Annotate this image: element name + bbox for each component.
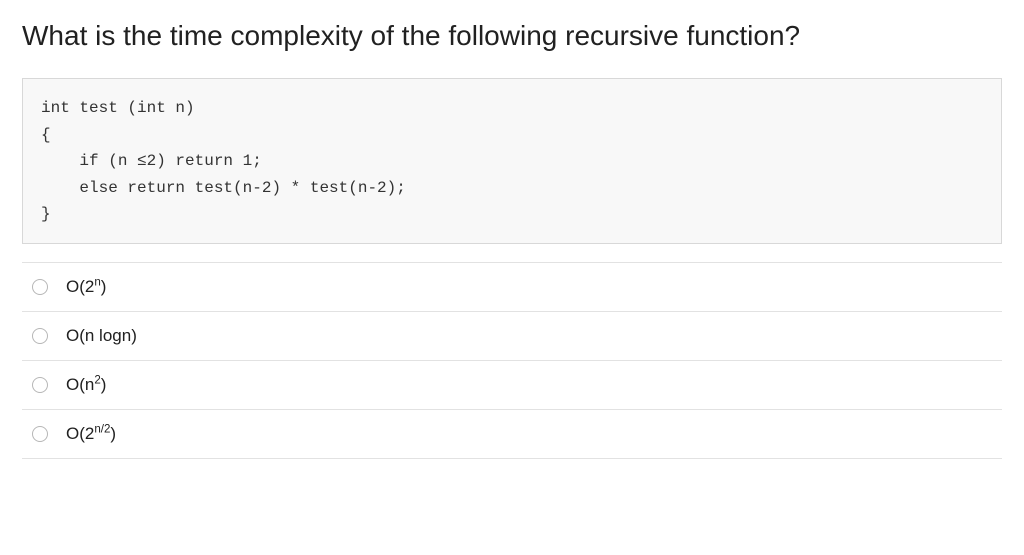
radio-icon xyxy=(32,328,48,344)
question-heading: What is the time complexity of the follo… xyxy=(22,18,1002,54)
option-label: O(n logn) xyxy=(66,326,137,346)
option-label: O(2n/2) xyxy=(66,424,116,444)
option-3[interactable]: O(n2) xyxy=(22,361,1002,410)
option-1[interactable]: O(2n) xyxy=(22,263,1002,312)
option-4[interactable]: O(2n/2) xyxy=(22,410,1002,459)
code-block: int test (int n) { if (n ≤2) return 1; e… xyxy=(22,78,1002,244)
radio-icon xyxy=(32,279,48,295)
radio-icon xyxy=(32,426,48,442)
options-group: O(2n) O(n logn) O(n2) O(2n/2) xyxy=(22,262,1002,459)
radio-icon xyxy=(32,377,48,393)
option-label: O(n2) xyxy=(66,375,106,395)
option-label: O(2n) xyxy=(66,277,106,297)
option-2[interactable]: O(n logn) xyxy=(22,312,1002,361)
